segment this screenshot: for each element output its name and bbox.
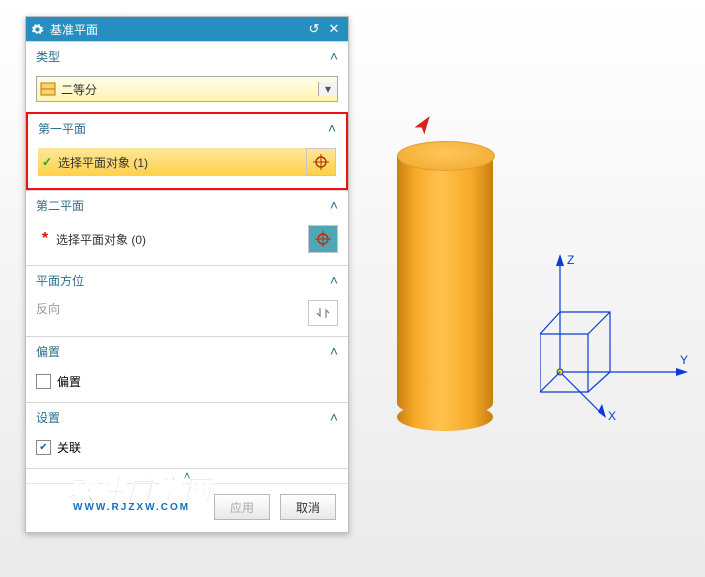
viewport: Z Y X 基准平面 ↺ ✕ <box>0 0 705 577</box>
section-plane1-label: 第一平面 <box>38 120 86 137</box>
section-plane2-header[interactable]: 第二平面 ˄ <box>26 191 348 219</box>
axis-x-label: X <box>608 409 616 423</box>
swap-icon <box>316 306 330 320</box>
section-plane1: 第一平面 ˄ ✓ 选择平面对象 (1) <box>26 112 348 190</box>
chevron-up-icon: ˄ <box>330 48 338 64</box>
dialog-titlebar[interactable]: 基准平面 ↺ ✕ <box>26 17 348 41</box>
cylinder-bottom <box>397 403 493 431</box>
axis-y-label: Y <box>680 353 688 367</box>
section-offset: 偏置 ˄ 偏置 <box>26 336 348 402</box>
chevron-up-icon: ˄ <box>330 343 338 359</box>
offset-checkbox-label: 偏置 <box>57 373 81 390</box>
checkbox-box <box>36 374 51 389</box>
model-cylinder <box>397 141 493 431</box>
section-type: 类型 ˄ 二等分 ▾ <box>26 41 348 112</box>
plane2-selection-label: 选择平面对象 (0) <box>54 231 308 248</box>
reset-button[interactable]: ↺ <box>304 21 324 37</box>
type-combobox[interactable]: 二等分 ▾ <box>36 76 338 102</box>
cancel-button[interactable]: 取消 <box>280 494 336 520</box>
asterisk-icon: * <box>36 230 54 248</box>
section-offset-label: 偏置 <box>36 343 60 360</box>
dialog-title: 基准平面 <box>50 21 304 38</box>
plane2-selection-row[interactable]: * 选择平面对象 (0) <box>36 225 338 253</box>
cylinder-side <box>397 155 493 417</box>
offset-checkbox[interactable]: 偏置 <box>36 371 338 392</box>
checkbox-box-checked: ✔ <box>36 440 51 455</box>
section-orient: 平面方位 ˄ 反向 <box>26 265 348 336</box>
section-settings-label: 设置 <box>36 409 60 426</box>
section-plane2-label: 第二平面 <box>36 197 84 214</box>
section-orient-header[interactable]: 平面方位 ˄ <box>26 266 348 294</box>
associative-checkbox-label: 关联 <box>57 439 81 456</box>
check-icon: ✓ <box>38 155 56 169</box>
crosshair-icon <box>313 154 329 170</box>
section-type-label: 类型 <box>36 48 60 65</box>
section-plane1-header[interactable]: 第一平面 ˄ <box>28 114 346 142</box>
axis-z-label: Z <box>567 253 574 267</box>
plane1-selection-label: 选择平面对象 (1) <box>56 154 306 171</box>
dropdown-icon: ▾ <box>318 82 337 96</box>
coordinate-triad: Z Y X <box>540 252 700 435</box>
section-settings: 设置 ˄ ✔ 关联 <box>26 402 348 468</box>
chevron-up-icon: ˄ <box>330 197 338 213</box>
reverse-label: 反向 <box>36 302 60 316</box>
gear-icon <box>30 22 44 36</box>
section-orient-label: 平面方位 <box>36 272 84 289</box>
section-offset-header[interactable]: 偏置 ˄ <box>26 337 348 365</box>
section-plane2: 第二平面 ˄ * 选择平面对象 (0) <box>26 190 348 265</box>
chevron-up-icon: ˄ <box>328 120 336 136</box>
close-button[interactable]: ✕ <box>324 21 344 37</box>
section-type-header[interactable]: 类型 ˄ <box>26 42 348 70</box>
apply-button[interactable]: 应用 <box>214 494 270 520</box>
bisector-icon <box>37 82 59 96</box>
chevron-up-icon: ˄ <box>330 272 338 288</box>
crosshair-icon <box>315 231 331 247</box>
section-settings-header[interactable]: 设置 ˄ <box>26 403 348 431</box>
plane1-pick-button[interactable] <box>306 148 336 176</box>
plane1-selection-row[interactable]: ✓ 选择平面对象 (1) <box>38 148 336 176</box>
chevron-up-icon: ˄ <box>330 409 338 425</box>
associative-checkbox[interactable]: ✔ 关联 <box>36 437 338 458</box>
watermark: 软件自学网 WWW.RJZXW.COM <box>67 477 212 513</box>
plane2-pick-button[interactable] <box>308 225 338 253</box>
type-combobox-value: 二等分 <box>59 81 318 98</box>
datum-plane-dialog: 基准平面 ↺ ✕ 类型 ˄ 二等分 ▾ 第一平面 <box>25 16 349 533</box>
reverse-button[interactable] <box>308 300 338 326</box>
